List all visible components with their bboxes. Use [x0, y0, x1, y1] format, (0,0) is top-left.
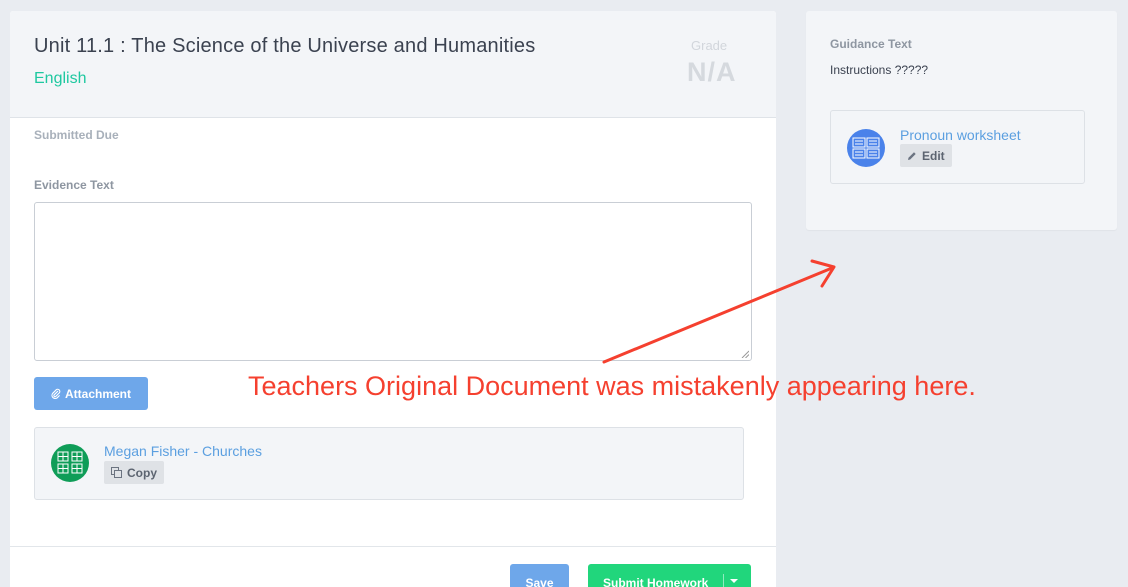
guidance-instructions: Instructions ????? [830, 63, 929, 77]
submit-homework-button[interactable]: Submit Homework [588, 564, 751, 587]
footer-divider [10, 546, 776, 547]
attachment-button[interactable]: Attachment [34, 377, 148, 410]
guidance-card: Guidance Text Instructions ????? Pronoun… [806, 11, 1117, 230]
chevron-down-icon[interactable] [730, 579, 738, 583]
copy-icon [111, 467, 122, 478]
evidence-text-input[interactable] [34, 202, 752, 361]
google-docs-icon [847, 129, 885, 167]
student-file-card: Megan Fisher - Churches Copy [34, 427, 744, 500]
grade-label: Grade [691, 38, 728, 53]
homework-header: Unit 11.1 : The Science of the Universe … [10, 11, 776, 118]
guidance-file-card: Pronoun worksheet Edit [830, 110, 1085, 184]
edit-button-label: Edit [922, 148, 945, 163]
copy-button-label: Copy [127, 465, 157, 480]
paperclip-icon [51, 388, 61, 399]
evidence-text-label: Evidence Text [34, 178, 114, 192]
student-file-link[interactable]: Megan Fisher - Churches [104, 443, 262, 459]
guidance-text-label: Guidance Text [830, 37, 912, 51]
submit-homework-label: Submit Homework [603, 576, 709, 587]
copy-button[interactable]: Copy [104, 461, 164, 484]
google-sheets-icon [51, 444, 89, 482]
submit-dropdown-divider [723, 574, 724, 587]
unit-title: Unit 11.1 : The Science of the Universe … [34, 35, 536, 57]
submitted-due-label: Submitted Due [34, 128, 119, 142]
grade-value: N/A [687, 57, 737, 87]
homework-card: Unit 11.1 : The Science of the Universe … [10, 11, 776, 587]
save-button[interactable]: Save [510, 564, 569, 587]
subject-label: English [34, 70, 87, 87]
attachment-button-label: Attachment [64, 386, 131, 401]
edit-button[interactable]: Edit [900, 144, 952, 167]
annotation-text: Teachers Original Document was mistakenl… [248, 371, 976, 401]
pencil-icon [908, 151, 916, 160]
textarea-resize-handle[interactable] [741, 350, 749, 358]
guidance-file-link[interactable]: Pronoun worksheet [900, 127, 1021, 143]
